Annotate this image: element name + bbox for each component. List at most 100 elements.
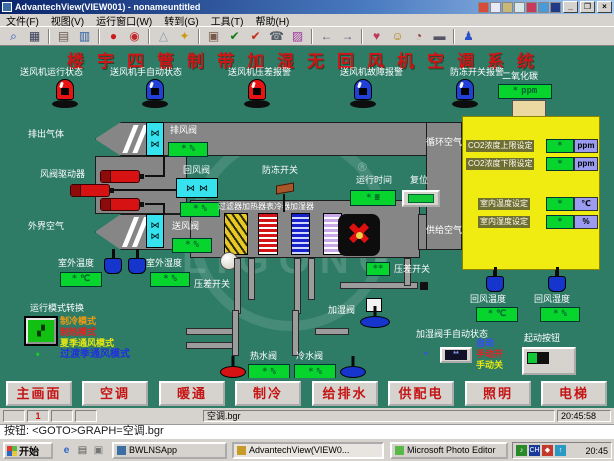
value: ** xyxy=(445,350,467,360)
minimize-button[interactable]: _ xyxy=(563,1,578,13)
exhaust-damper-icon[interactable]: ⋈⋈ xyxy=(146,122,164,156)
humid-status-auto: 自动 xyxy=(476,339,494,348)
valve-glyph: ⋈ xyxy=(186,184,195,193)
titlebar-tray-icon xyxy=(490,2,501,13)
exhaust-damper-display: *% xyxy=(168,142,208,157)
unit: % xyxy=(562,310,567,319)
start-button[interactable] xyxy=(522,347,576,375)
nav-water-supply[interactable]: 给排水 xyxy=(312,381,378,406)
antifreeze-switch-label: 防冻开关 xyxy=(262,166,298,175)
bell-face xyxy=(151,88,159,95)
dialer-icon[interactable]: ☎ xyxy=(266,28,287,45)
setting-unit: % xyxy=(574,215,598,229)
alarm-bell-indicator xyxy=(142,79,168,108)
supply-air-label: 供给空气 xyxy=(426,226,462,235)
palette-icon[interactable]: ▨ xyxy=(287,28,308,45)
tray-ime-icon[interactable]: CH xyxy=(529,445,540,456)
ie-quicklaunch-icon[interactable]: e xyxy=(60,444,73,457)
flask-icon[interactable]: △ xyxy=(153,28,174,45)
tray-icon[interactable]: ↑ xyxy=(555,445,566,456)
mode-option-cooling: 制冷模式 xyxy=(60,317,96,326)
chart-icon[interactable]: ▥ xyxy=(74,28,95,45)
alarm-ball-icon[interactable]: ● xyxy=(103,28,124,45)
key-icon[interactable]: ✦ xyxy=(174,28,195,45)
tray-clock[interactable]: 20:45 xyxy=(585,446,608,456)
cold-valve-display: *% xyxy=(294,364,336,378)
nav-power-supply[interactable]: 供配电 xyxy=(388,381,454,406)
menu-run-window[interactable]: 运行窗口(W) xyxy=(96,13,152,28)
menu-help[interactable]: 帮助(H) xyxy=(255,13,289,28)
nav-heating-vent[interactable]: 暖通 xyxy=(159,381,225,406)
desktop-quicklaunch-icon[interactable]: ▤ xyxy=(76,444,89,457)
forward-icon[interactable]: → xyxy=(337,28,358,45)
value: * xyxy=(557,218,562,227)
nav-hvac-ac[interactable]: 空调 xyxy=(82,381,148,406)
mode-button[interactable]: ▞ xyxy=(26,318,56,344)
close-button[interactable]: × xyxy=(597,1,612,13)
media-icon[interactable]: ▬ xyxy=(429,28,450,45)
ack-check-icon[interactable]: ✔ xyxy=(245,28,266,45)
reset-button-lamp xyxy=(408,194,434,203)
person-icon[interactable]: ♟ xyxy=(458,28,479,45)
back-icon[interactable]: ← xyxy=(316,28,337,45)
reset-button[interactable] xyxy=(402,190,440,207)
clock-icon[interactable]: ◔ xyxy=(408,28,429,45)
value: * xyxy=(193,205,198,214)
bell-base xyxy=(350,100,376,108)
value: * xyxy=(262,368,267,377)
hot-valve-icon[interactable] xyxy=(220,366,246,378)
toolbar-separator xyxy=(198,29,200,44)
taskbar-app-photo-editor[interactable]: Microsoft Photo Editor xyxy=(390,442,508,459)
bell-base xyxy=(52,100,78,108)
start-button-lamp xyxy=(527,352,549,364)
toolbar-separator xyxy=(148,29,150,44)
humid-status-display: ** xyxy=(440,347,472,363)
start-menu-button[interactable]: 开始 xyxy=(3,442,53,459)
menu-goto[interactable]: 转到(G) xyxy=(164,13,198,28)
menubar: 文件(F) 视图(V) 运行窗口(W) 转到(G) 工具(T) 帮助(H) xyxy=(0,14,614,27)
nav-elevator[interactable]: 电梯 xyxy=(541,381,607,406)
restore-button[interactable]: ❐ xyxy=(580,1,595,13)
pipe xyxy=(234,258,241,314)
damper-actuator xyxy=(100,198,140,211)
tag-check-icon[interactable]: ✔ xyxy=(224,28,245,45)
menu-view[interactable]: 视图(V) xyxy=(51,13,84,28)
pipe xyxy=(292,310,299,356)
nav-refrigeration[interactable]: 制冷 xyxy=(235,381,301,406)
alarm-label: 送风机运行状态 xyxy=(20,68,83,77)
damper-actuator xyxy=(100,170,140,183)
status-cell xyxy=(3,410,25,422)
taskbar-app-advantechview[interactable]: AdvantechView(VIEW0... xyxy=(232,442,384,459)
return-damper-icon[interactable]: ⋈⋈ xyxy=(176,178,218,198)
monitor-icon[interactable]: ▦ xyxy=(24,28,45,45)
taskbar-app-bwlnsapp[interactable]: BWLNSApp xyxy=(112,442,227,459)
nav-lighting[interactable]: 照明 xyxy=(465,381,531,406)
toolbar-separator xyxy=(311,29,313,44)
setting-display: * xyxy=(546,157,574,171)
setting-unit: ppm xyxy=(574,139,598,153)
alarm-label: 送风机故障报警 xyxy=(340,68,403,77)
report-icon[interactable]: ▤ xyxy=(53,28,74,45)
tray-icon[interactable]: ◆ xyxy=(542,445,553,456)
menu-tools[interactable]: 工具(T) xyxy=(211,13,244,28)
os-taskbar: 开始 e ▤ ▣ BWLNSApp AdvantechView(VIEW0...… xyxy=(0,438,614,461)
nav-main-screen[interactable]: 主画面 xyxy=(6,381,72,406)
favorite-icon[interactable]: ♥ xyxy=(366,28,387,45)
channels-quicklaunch-icon[interactable]: ▣ xyxy=(92,444,105,457)
outdoor-humidity-label: 室外湿度 xyxy=(146,259,182,268)
alarm-bell-icon[interactable]: ◉ xyxy=(124,28,145,45)
tray-icon[interactable]: ♪ xyxy=(516,445,527,456)
outdoor-humidity-sensor xyxy=(128,258,146,274)
bell-base xyxy=(244,100,270,108)
damper-actuator-label: 风阀驱动器 xyxy=(40,170,85,179)
mode-option-transition-vent: 过渡季通风模式 xyxy=(60,350,130,360)
setting-display: * xyxy=(546,139,574,153)
cold-valve-icon[interactable] xyxy=(340,366,366,378)
zoom-icon[interactable]: ⌕ xyxy=(3,28,24,45)
system-tray: ♪ CH ◆ ↑ 20:45 xyxy=(512,442,612,459)
titlebar-tray-icon xyxy=(550,2,561,13)
user-icon[interactable]: ☺ xyxy=(387,28,408,45)
menu-file[interactable]: 文件(F) xyxy=(6,13,39,28)
video-icon[interactable]: ▣ xyxy=(203,28,224,45)
supply-damper-icon[interactable]: ⋈⋈ xyxy=(146,214,164,248)
